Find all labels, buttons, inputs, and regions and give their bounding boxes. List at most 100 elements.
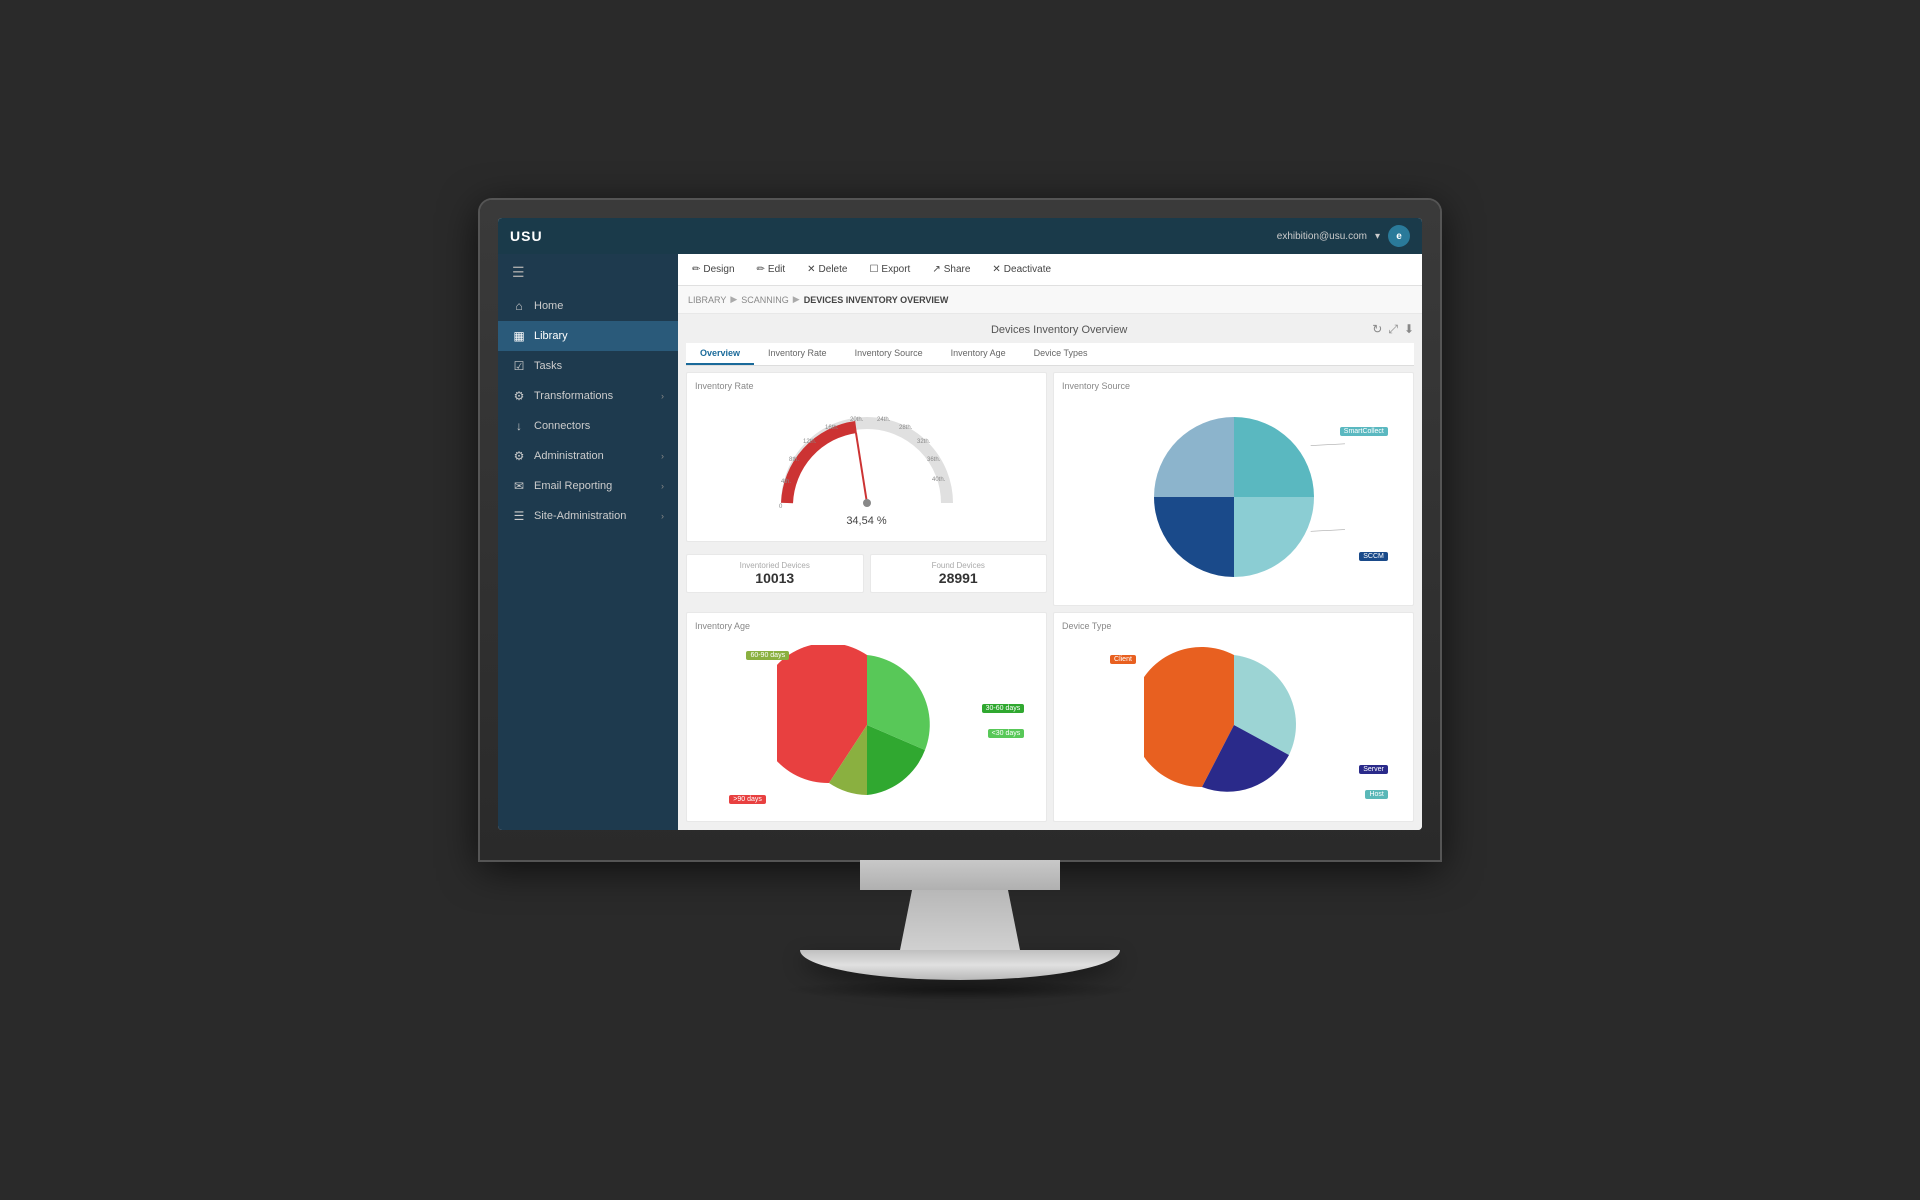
library-icon: ▦ <box>512 329 526 343</box>
delete-icon: ✕ <box>807 264 815 275</box>
delete-button[interactable]: ✕ Delete <box>803 261 851 278</box>
inventoried-value: 10013 <box>697 570 853 586</box>
inventoried-stat: Inventoried Devices 10013 <box>686 554 864 593</box>
app-header: USU exhibition@usu.com ▾ e <box>498 218 1422 254</box>
site-admin-icon: ☰ <box>512 509 526 523</box>
avatar[interactable]: e <box>1388 225 1410 247</box>
sidebar-label-administration: Administration <box>534 450 604 462</box>
panels-grid: Inventory Rate 0 <box>686 372 1414 606</box>
monitor: USU exhibition@usu.com ▾ e ☰ ⌂ Home ▦ <box>480 200 1440 1000</box>
deactivate-label: Deactivate <box>1004 264 1051 275</box>
sidebar-item-connectors[interactable]: ↓ Connectors <box>498 411 678 441</box>
age-label-30-60: 30-60 days <box>982 704 1025 713</box>
sidebar-item-administration[interactable]: ⚙ Administration › <box>498 441 678 471</box>
inventory-source-title: Inventory Source <box>1062 381 1405 391</box>
breadcrumb-sep-1: ▶ <box>730 294 737 305</box>
sidebar-item-site-admin[interactable]: ☰ Site-Administration › <box>498 501 678 531</box>
app-body: ☰ ⌂ Home ▦ Library ☑ Tasks ⚙ <box>498 254 1422 830</box>
age-label-lt30: <30 days <box>988 729 1025 738</box>
sidebar-item-tasks[interactable]: ☑ Tasks <box>498 351 678 381</box>
age-pie-chart <box>777 645 957 805</box>
header-right: exhibition@usu.com ▾ e <box>1277 225 1410 247</box>
export-label: Export <box>881 264 910 275</box>
sidebar-label-site-admin: Site-Administration <box>534 510 626 522</box>
device-type-panel: Device Type <box>1053 612 1414 822</box>
age-label-60-90: 60-90 days <box>746 651 789 660</box>
dashboard-header: Devices Inventory Overview ↻ ⤢ ⬇ <box>686 322 1414 337</box>
inventory-rate-title: Inventory Rate <box>695 381 1038 391</box>
monitor-shadow <box>780 980 1140 1000</box>
found-label: Found Devices <box>881 561 1037 570</box>
deactivate-icon: ✕ <box>992 264 1000 275</box>
app-logo: USU <box>510 228 543 244</box>
tab-overview[interactable]: Overview <box>686 343 754 365</box>
export-button[interactable]: ☐ Export <box>865 261 914 278</box>
svg-text:32th.: 32th. <box>917 439 931 445</box>
dashboard: Devices Inventory Overview ↻ ⤢ ⬇ Overvie… <box>678 314 1422 830</box>
breadcrumb-current: DEVICES INVENTORY OVERVIEW <box>804 295 949 305</box>
bottom-panels-grid: Inventory Age <box>686 612 1414 822</box>
sidebar: ☰ ⌂ Home ▦ Library ☑ Tasks ⚙ <box>498 254 678 830</box>
expand-icon[interactable]: ⤢ <box>1388 322 1398 337</box>
tab-inventory-rate[interactable]: Inventory Rate <box>754 343 841 365</box>
admin-icon: ⚙ <box>512 449 526 463</box>
breadcrumb: LIBRARY ▶ SCANNING ▶ DEVICES INVENTORY O… <box>678 286 1422 314</box>
tab-inventory-age[interactable]: Inventory Age <box>937 343 1020 365</box>
monitor-base <box>800 950 1120 980</box>
user-email: exhibition@usu.com <box>1277 231 1367 242</box>
svg-text:40th.: 40th. <box>932 477 946 483</box>
dtype-label-server: Server <box>1359 765 1388 774</box>
dashboard-actions: ↻ ⤢ ⬇ <box>1372 322 1414 337</box>
deactivate-button[interactable]: ✕ Deactivate <box>988 261 1055 278</box>
connectors-icon: ↓ <box>512 419 526 433</box>
dropdown-icon[interactable]: ▾ <box>1375 231 1380 242</box>
sidebar-item-email-reporting[interactable]: ✉ Email Reporting › <box>498 471 678 501</box>
sidebar-item-library[interactable]: ▦ Library <box>498 321 678 351</box>
device-type-title: Device Type <box>1062 621 1405 631</box>
transformations-icon: ⚙ <box>512 389 526 403</box>
stats-row: Inventoried Devices 10013 Found Devices … <box>686 554 1047 593</box>
tab-inventory-source[interactable]: Inventory Source <box>841 343 937 365</box>
toolbar: ✏ Design ✏ Edit ✕ Delete ☐ <box>678 254 1422 286</box>
download-icon[interactable]: ⬇ <box>1404 322 1414 337</box>
monitor-stand-top <box>860 860 1060 890</box>
refresh-icon[interactable]: ↻ <box>1372 322 1382 337</box>
svg-text:36th.: 36th. <box>927 457 941 463</box>
svg-text:20th.: 20th. <box>850 417 864 423</box>
chevron-admin-icon: › <box>661 451 664 461</box>
monitor-screen: USU exhibition@usu.com ▾ e ☰ ⌂ Home ▦ <box>498 218 1422 830</box>
export-icon: ☐ <box>869 264 878 275</box>
breadcrumb-scanning[interactable]: SCANNING <box>741 295 789 305</box>
gauge-value: 34,54 % <box>846 515 886 527</box>
tasks-icon: ☑ <box>512 359 526 373</box>
chevron-site-icon: › <box>661 511 664 521</box>
svg-text:24th.: 24th. <box>877 417 891 423</box>
sidebar-item-transformations[interactable]: ⚙ Transformations › <box>498 381 678 411</box>
inventoried-label: Inventoried Devices <box>697 561 853 570</box>
inventory-age-panel: Inventory Age <box>686 612 1047 822</box>
sidebar-item-home[interactable]: ⌂ Home <box>498 291 678 321</box>
svg-text:28th.: 28th. <box>899 425 913 431</box>
sidebar-label-connectors: Connectors <box>534 420 590 432</box>
dtype-label-client: Client <box>1110 655 1136 664</box>
sidebar-label-email-reporting: Email Reporting <box>534 480 612 492</box>
hamburger-menu[interactable]: ☰ <box>498 254 678 291</box>
email-icon: ✉ <box>512 479 526 493</box>
tab-device-types[interactable]: Device Types <box>1020 343 1102 365</box>
share-button[interactable]: ↗ Share <box>928 261 974 278</box>
svg-text:16th.: 16th. <box>825 425 839 431</box>
edit-button[interactable]: ✏ Edit <box>753 261 790 278</box>
sidebar-label-tasks: Tasks <box>534 360 562 372</box>
breadcrumb-library[interactable]: LIBRARY <box>688 295 726 305</box>
share-icon: ↗ <box>932 264 940 275</box>
sidebar-label-transformations: Transformations <box>534 390 613 402</box>
design-label: Design <box>703 264 734 275</box>
design-button[interactable]: ✏ Design <box>688 261 739 278</box>
device-type-pie-chart <box>1144 645 1324 805</box>
dtype-label-host: Host <box>1365 790 1387 799</box>
tabs-row: Overview Inventory Rate Inventory Source… <box>686 343 1414 366</box>
sidebar-label-home: Home <box>534 300 563 312</box>
home-icon: ⌂ <box>512 299 526 313</box>
edit-label: Edit <box>768 264 785 275</box>
sidebar-label-library: Library <box>534 330 568 342</box>
